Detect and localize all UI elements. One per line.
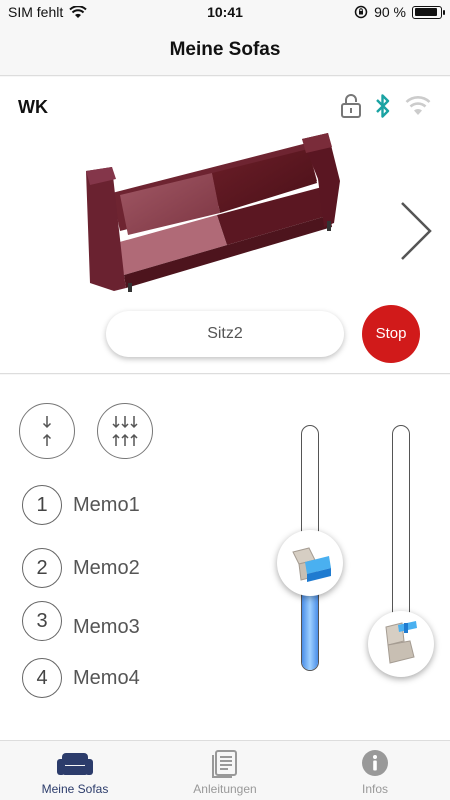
- tab-anleitungen[interactable]: Anleitungen: [150, 741, 300, 800]
- sofa-image: [86, 133, 340, 292]
- memo-number: 1: [22, 485, 62, 525]
- wifi-icon[interactable]: [404, 95, 432, 117]
- memo-label: Memo4: [73, 666, 140, 689]
- footrest-slider-handle[interactable]: [368, 611, 434, 677]
- memo-2-button[interactable]: 2 Memo2: [22, 548, 140, 588]
- memo-number: 4: [22, 658, 62, 698]
- sofa-icon: [57, 753, 93, 775]
- tab-label: Infos: [361, 782, 388, 796]
- manual-icon: [212, 750, 237, 778]
- battery-fill: [414, 8, 437, 16]
- seat-selector-button[interactable]: Sitz2: [106, 311, 344, 357]
- tab-bar: Meine Sofas Anleitungen Infos: [0, 740, 450, 800]
- memo-label: Memo3: [73, 615, 140, 638]
- tab-label: Meine Sofas: [41, 782, 109, 796]
- sofa-name: WK: [18, 97, 48, 117]
- lock-icon[interactable]: [340, 93, 362, 119]
- backrest-slider-handle[interactable]: [277, 529, 343, 596]
- sofa-panel: WK Sitz2 Stop: [0, 77, 450, 374]
- memo-3-button[interactable]: 3 Memo3: [22, 601, 140, 641]
- memo-1-button[interactable]: 1 Memo1: [22, 485, 140, 525]
- multi-arrows-button[interactable]: [97, 403, 153, 459]
- tab-label: Anleitungen: [193, 782, 257, 796]
- memo-number: 3: [22, 601, 62, 641]
- memo-label: Memo2: [73, 556, 140, 579]
- recliner-back-icon: [292, 547, 331, 582]
- control-panel: 1 Memo1 2 Memo2 3 Memo3 4 Memo4: [0, 375, 450, 740]
- nav-bar: Meine Sofas: [0, 26, 450, 76]
- recliner-foot-icon: [385, 621, 417, 664]
- memo-4-button[interactable]: 4 Memo4: [22, 658, 140, 698]
- single-arrows-icon: [42, 415, 51, 446]
- battery-percent: 90 %: [374, 4, 406, 20]
- bluetooth-icon[interactable]: [374, 93, 392, 119]
- battery-icon: [412, 5, 445, 19]
- single-arrows-button[interactable]: [19, 403, 75, 459]
- chevron-right-icon[interactable]: [398, 199, 434, 263]
- multi-arrows-icon: [111, 415, 138, 446]
- memo-number: 2: [22, 548, 62, 588]
- rotation-lock-icon: [354, 5, 368, 19]
- stop-button[interactable]: Stop: [362, 305, 420, 363]
- tab-meine-sofas[interactable]: Meine Sofas: [0, 741, 150, 800]
- info-icon: [362, 750, 388, 776]
- status-bar: SIM fehlt 10:41 90 %: [0, 0, 450, 26]
- tab-infos[interactable]: Infos: [300, 741, 450, 800]
- page-title: Meine Sofas: [169, 39, 281, 60]
- memo-label: Memo1: [73, 493, 140, 516]
- connection-icons: [340, 93, 432, 119]
